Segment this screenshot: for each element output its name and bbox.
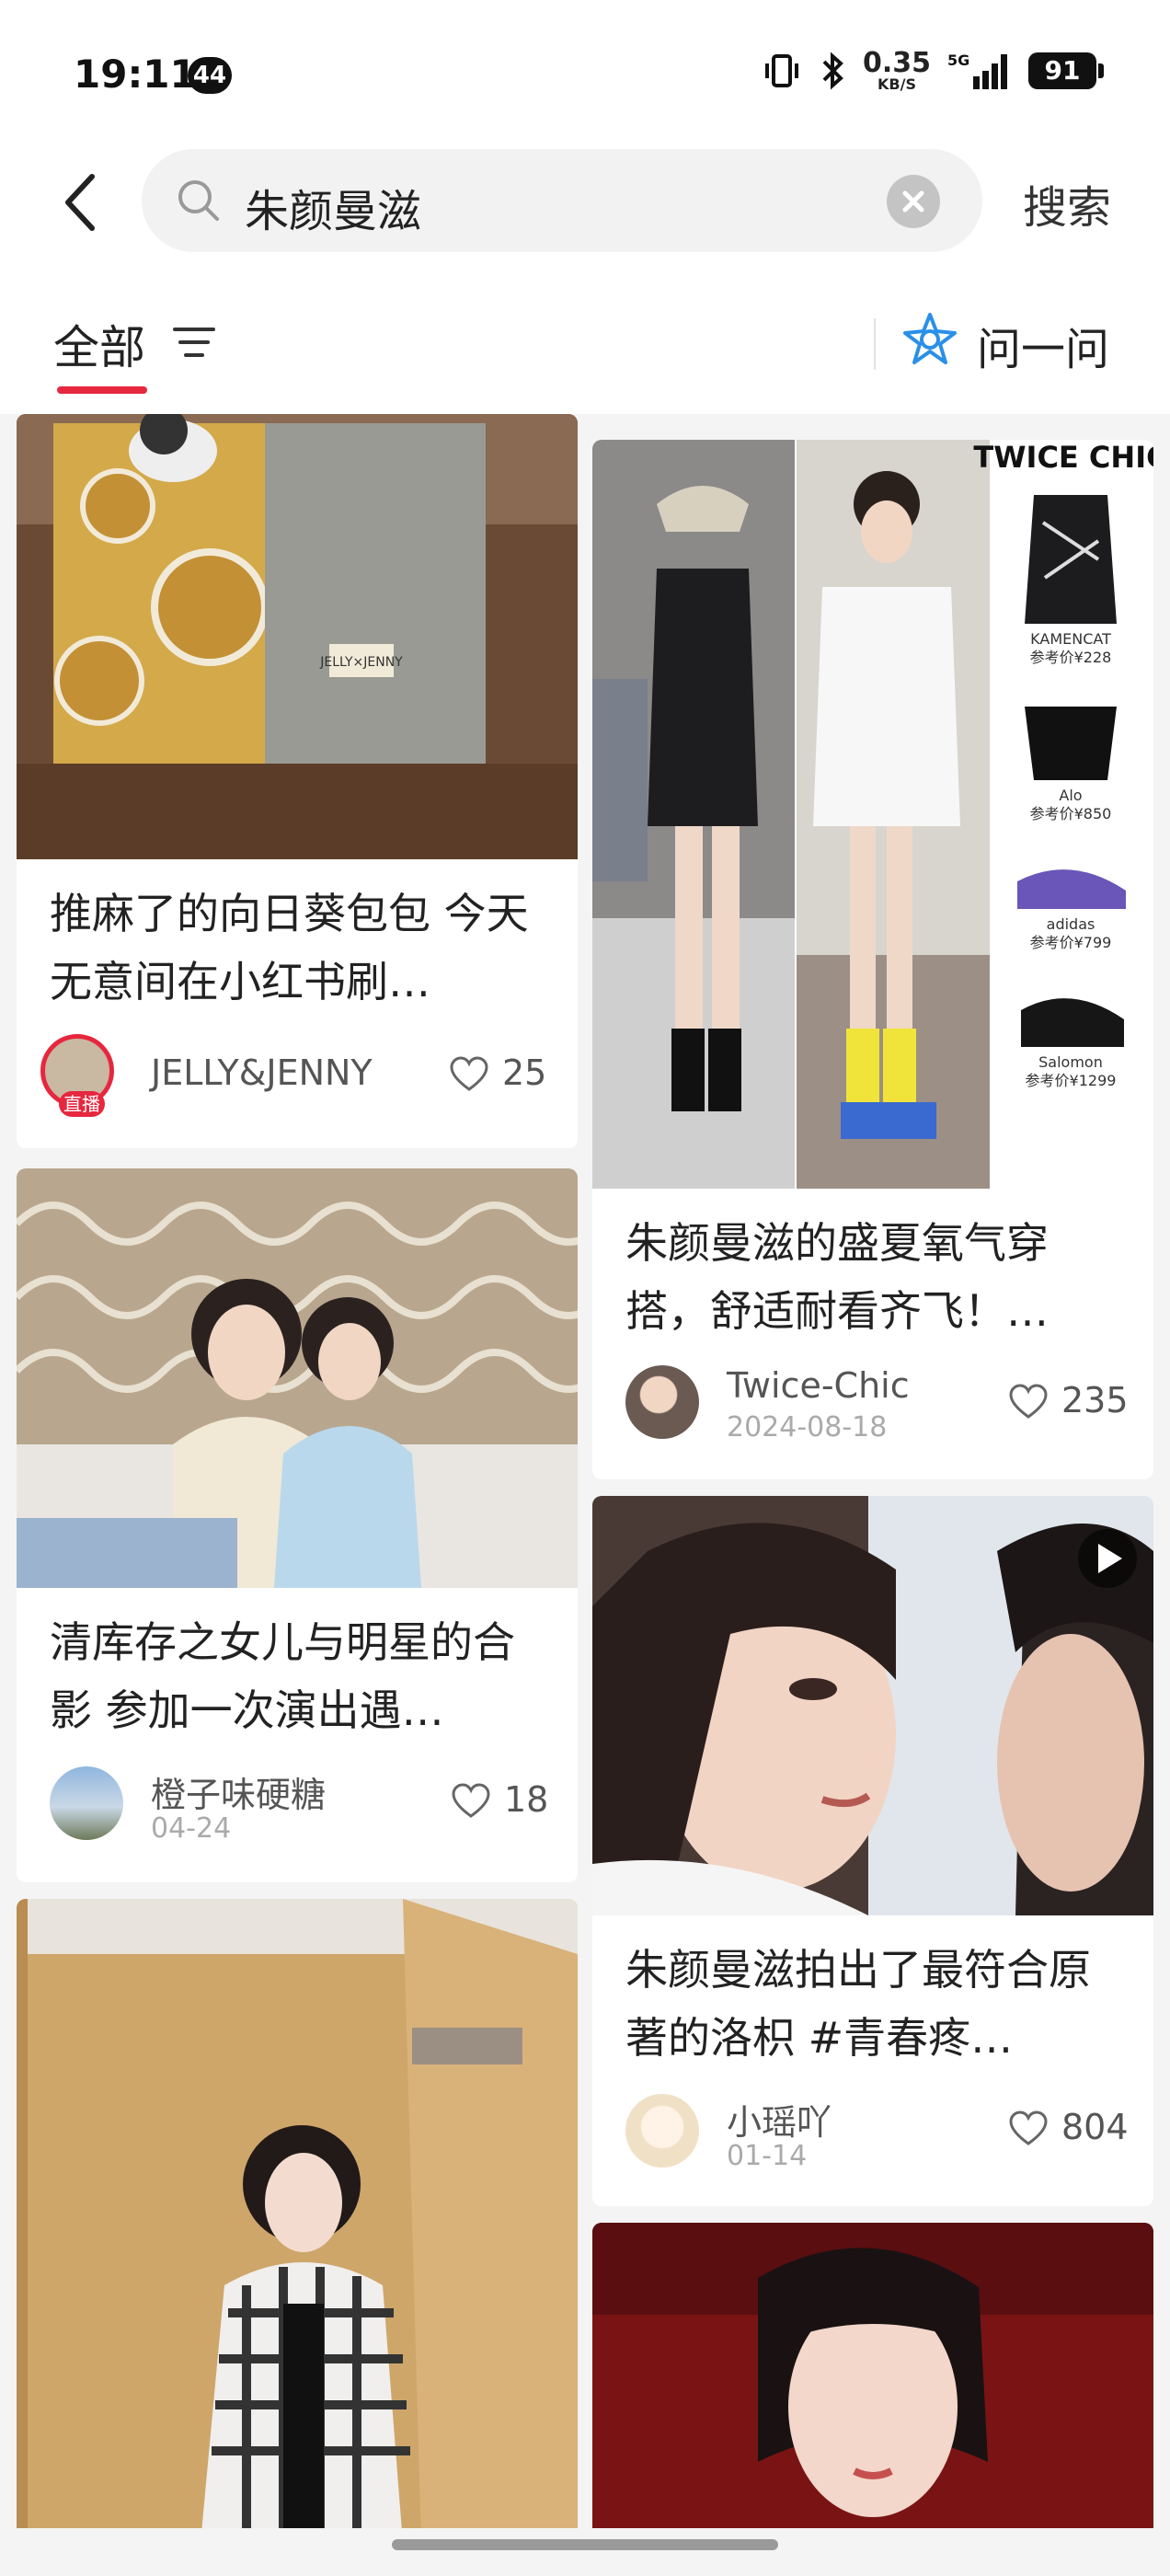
author-name[interactable]: 小瑶吖 bbox=[727, 2094, 832, 2145]
signal-icon: 5G bbox=[947, 52, 1007, 89]
note-title: 推麻了的向日葵包包 今天无意间在小红书刷… bbox=[50, 889, 529, 1006]
ask-label[interactable]: 问一问 bbox=[977, 313, 1109, 377]
search-query: 朱颜曼滋 bbox=[245, 186, 422, 237]
product-name: Salomon bbox=[1038, 1053, 1103, 1071]
author-avatar[interactable] bbox=[625, 2094, 699, 2168]
like-count: 235 bbox=[1061, 1380, 1129, 1420]
filter-icon[interactable] bbox=[171, 322, 217, 362]
divider bbox=[874, 318, 876, 370]
notification-count-badge: 44 bbox=[188, 57, 232, 94]
note-cover-image bbox=[592, 1496, 1153, 1915]
note-card[interactable] bbox=[592, 2223, 1153, 2528]
note-title: 朱颜曼滋的盛夏氧气穿搭，舒适耐看齐飞！… bbox=[625, 1218, 1049, 1336]
post-date: 01-14 bbox=[727, 2140, 808, 2172]
bag-label: JELLY×JENNY bbox=[319, 655, 403, 670]
search-header: 朱颜曼滋 搜索 bbox=[0, 138, 1170, 267]
like-count: 25 bbox=[502, 1052, 547, 1093]
note-cover-image bbox=[592, 2223, 1153, 2528]
author-avatar[interactable] bbox=[50, 1766, 123, 1840]
back-icon[interactable] bbox=[53, 166, 109, 239]
tab-all[interactable]: 全部 bbox=[53, 311, 145, 377]
post-date: 2024-08-18 bbox=[727, 1411, 888, 1443]
product-price: 参考价¥850 bbox=[1030, 805, 1112, 822]
note-card[interactable] bbox=[17, 1899, 578, 2528]
filter-bar: 全部 问一问 bbox=[0, 267, 1170, 414]
vibrate-icon bbox=[764, 54, 798, 87]
battery-indicator: 91 bbox=[1028, 52, 1104, 89]
note-card[interactable]: 朱颜曼滋拍出了最符合原著的洛枳 #青春疼… 小瑶吖 01-14 804 bbox=[592, 1496, 1153, 2206]
active-tab-indicator bbox=[57, 386, 147, 394]
product-name: adidas bbox=[1047, 915, 1095, 933]
author-name[interactable]: 橙子味硬糖 bbox=[151, 1766, 326, 1817]
ask-ai-icon[interactable] bbox=[900, 309, 960, 370]
product-name: KAMENCAT bbox=[1030, 630, 1111, 648]
heart-icon[interactable] bbox=[449, 1056, 489, 1093]
note-card[interactable]: TWICE CHIC KAMENCAT 参考价¥228 Alo 参考价¥850 … bbox=[592, 440, 1153, 1479]
note-title: 清库存之女儿与明星的合影 参加一次演出遇… bbox=[50, 1617, 515, 1735]
note-card[interactable]: JELLY×JENNY 推麻了的向日葵包包 今天无意间在小红书刷… 直播 JEL… bbox=[17, 414, 578, 1148]
net-speed: 0.35 KB/S bbox=[862, 47, 931, 93]
search-button[interactable]: 搜索 bbox=[1023, 171, 1111, 236]
note-cover-image bbox=[17, 1899, 578, 2528]
close-icon bbox=[902, 190, 924, 213]
clear-search-button[interactable] bbox=[887, 175, 940, 228]
status-bar: 19:11 44 0.35 KB/S 5G 91 bbox=[0, 0, 1170, 138]
author-avatar[interactable] bbox=[625, 1365, 699, 1439]
note-title: 朱颜曼滋拍出了最符合原著的洛枳 #青春疼… bbox=[625, 1945, 1091, 2063]
product-price: 参考价¥799 bbox=[1030, 934, 1112, 951]
product-price: 参考价¥228 bbox=[1030, 649, 1112, 666]
author-name[interactable]: JELLY&JENNY bbox=[151, 1052, 373, 1093]
note-cover-image bbox=[17, 1168, 578, 1588]
status-icons: 0.35 KB/S 5G 91 bbox=[762, 47, 1104, 94]
status-time: 19:11 bbox=[74, 52, 197, 97]
search-results-feed: JELLY×JENNY 推麻了的向日葵包包 今天无意间在小红书刷… 直播 JEL… bbox=[0, 414, 1170, 2528]
product-price: 参考价¥1299 bbox=[1026, 1072, 1117, 1089]
search-icon bbox=[178, 180, 219, 221]
note-cover-image: TWICE CHIC KAMENCAT 参考价¥228 Alo 参考价¥850 … bbox=[592, 440, 1153, 1189]
author-name[interactable]: Twice-Chic bbox=[727, 1365, 910, 1406]
note-cover-image: JELLY×JENNY bbox=[17, 414, 578, 859]
heart-icon[interactable] bbox=[1008, 2110, 1049, 2147]
post-date: 04-24 bbox=[151, 1812, 232, 1845]
search-input[interactable]: 朱颜曼滋 bbox=[142, 149, 982, 252]
like-count: 18 bbox=[504, 1779, 549, 1820]
note-card[interactable]: 清库存之女儿与明星的合影 参加一次演出遇… 橙子味硬糖 04-24 18 bbox=[17, 1168, 578, 1882]
live-badge: 直播 bbox=[59, 1091, 105, 1117]
bluetooth-icon bbox=[822, 52, 843, 90]
heart-icon[interactable] bbox=[1008, 1384, 1049, 1420]
heart-icon[interactable] bbox=[451, 1783, 491, 1820]
svg-text:5G: 5G bbox=[947, 52, 969, 69]
image-brand: TWICE CHIC bbox=[973, 440, 1153, 475]
like-count: 804 bbox=[1061, 2107, 1129, 2147]
home-indicator[interactable] bbox=[392, 2539, 778, 2550]
product-name: Alo bbox=[1059, 787, 1082, 804]
